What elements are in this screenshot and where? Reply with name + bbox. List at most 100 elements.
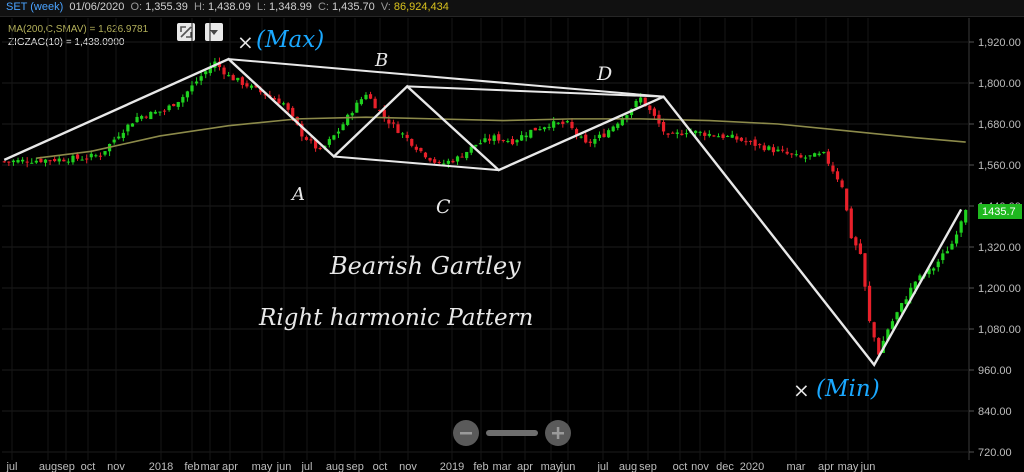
candle-body bbox=[639, 97, 643, 103]
candle-body bbox=[776, 149, 780, 152]
pattern-line bbox=[407, 85, 664, 98]
candle-body bbox=[698, 131, 702, 133]
candle-body bbox=[735, 136, 739, 140]
candle-body bbox=[89, 153, 93, 158]
candle-body bbox=[304, 137, 309, 140]
candle-body bbox=[849, 208, 853, 239]
time-tick-label: jun bbox=[276, 461, 292, 472]
candle-body bbox=[30, 162, 34, 164]
chart-window: { "header": { "symbol": "SET (week)", "d… bbox=[0, 0, 1024, 472]
candle-body bbox=[817, 153, 821, 156]
candle-body bbox=[510, 139, 515, 145]
candle-body bbox=[538, 129, 542, 131]
candle-body bbox=[487, 138, 492, 141]
candle-body bbox=[780, 149, 785, 151]
candle-body bbox=[359, 99, 363, 105]
candle-body bbox=[863, 253, 867, 287]
candle-body bbox=[249, 85, 254, 88]
candle-body bbox=[858, 243, 863, 254]
price-tick-label: 1,920.00 bbox=[978, 37, 1021, 49]
time-tick-label: apr bbox=[222, 461, 238, 472]
price-tick-label: 1,200.00 bbox=[978, 283, 1021, 295]
price-tick-label: 1,800.00 bbox=[978, 78, 1021, 90]
candle-body bbox=[748, 140, 753, 142]
time-tick-label: may bbox=[252, 461, 273, 472]
candle-body bbox=[231, 75, 235, 81]
candle-body bbox=[767, 146, 771, 150]
candle-body bbox=[281, 103, 286, 105]
candle-body bbox=[240, 77, 244, 85]
point-a-label: A bbox=[290, 184, 305, 205]
candle-body bbox=[48, 160, 52, 162]
candle-body bbox=[455, 156, 460, 162]
candle-body bbox=[16, 160, 20, 163]
candle-body bbox=[327, 139, 331, 145]
time-tick-label: aug bbox=[619, 461, 637, 472]
time-tick-label: jun bbox=[860, 461, 876, 472]
time-tick-label: may bbox=[838, 461, 859, 472]
point-c-label: C bbox=[436, 196, 451, 218]
candle-body bbox=[515, 140, 519, 143]
candle-body bbox=[721, 134, 725, 138]
candle-body bbox=[954, 234, 959, 244]
candle-body bbox=[941, 253, 945, 261]
candle-body bbox=[144, 116, 148, 118]
candle-body bbox=[895, 312, 899, 320]
candle-body bbox=[355, 102, 359, 113]
zoom-control bbox=[453, 420, 571, 446]
candle-body bbox=[419, 147, 423, 152]
candle-body bbox=[277, 98, 281, 104]
candle-body bbox=[529, 129, 533, 138]
candle-body bbox=[739, 137, 743, 141]
candle-body bbox=[185, 91, 190, 98]
candle-body bbox=[680, 133, 684, 136]
price-tick-label: 1,560.00 bbox=[978, 160, 1021, 172]
candle-body bbox=[634, 100, 638, 107]
candle-body bbox=[291, 107, 295, 117]
time-tick-label: 2019 bbox=[440, 461, 464, 472]
candle-body bbox=[840, 180, 844, 188]
candle-body bbox=[222, 67, 226, 75]
candle-body bbox=[671, 132, 675, 134]
candle-body bbox=[75, 154, 80, 159]
candle-body bbox=[932, 268, 936, 271]
candle-body bbox=[556, 122, 560, 124]
candle-body bbox=[492, 135, 496, 141]
last-price-tag: 1435.7 bbox=[978, 204, 1022, 219]
candle-body bbox=[497, 134, 501, 141]
time-tick-label: nov bbox=[399, 461, 417, 472]
candle-body bbox=[433, 159, 437, 163]
candle-body bbox=[437, 162, 441, 164]
pattern-title-line2: Right harmonic Pattern bbox=[258, 305, 533, 331]
candle-body bbox=[396, 124, 400, 133]
candle-body bbox=[21, 159, 25, 162]
candle-body bbox=[286, 103, 290, 110]
minus-icon bbox=[460, 432, 472, 435]
candle-body bbox=[872, 322, 876, 338]
candle-body bbox=[790, 153, 794, 155]
zoom-slider[interactable] bbox=[486, 430, 538, 436]
candle-body bbox=[808, 155, 812, 157]
candle-body bbox=[964, 210, 968, 223]
candle-body bbox=[460, 156, 464, 158]
candle-body bbox=[7, 161, 11, 163]
candle-body bbox=[588, 141, 592, 143]
candle-body bbox=[950, 243, 954, 250]
point-b-label: B bbox=[374, 50, 388, 71]
time-tick-label: mar bbox=[787, 461, 806, 472]
candle-body bbox=[423, 152, 428, 158]
candle-body bbox=[716, 136, 721, 138]
candle-body bbox=[387, 119, 391, 124]
candle-body bbox=[309, 139, 313, 141]
candle-body bbox=[762, 145, 766, 151]
candle-body bbox=[593, 138, 597, 144]
time-tick-label: oct bbox=[81, 461, 96, 472]
candle-body bbox=[579, 136, 583, 138]
candle-body bbox=[341, 124, 345, 131]
price-chart[interactable]: 720.00 840.00 960.00 1,080.00 1,200.00 1,320.… bbox=[0, 0, 1024, 472]
candle-body bbox=[570, 121, 574, 129]
candle-body bbox=[501, 140, 505, 142]
price-axis: 720.00 840.00 960.00 1,080.00 1,200.00 1,320.… bbox=[969, 37, 1021, 459]
max-annotation: (Max) bbox=[256, 27, 324, 53]
candle-body bbox=[675, 132, 679, 134]
